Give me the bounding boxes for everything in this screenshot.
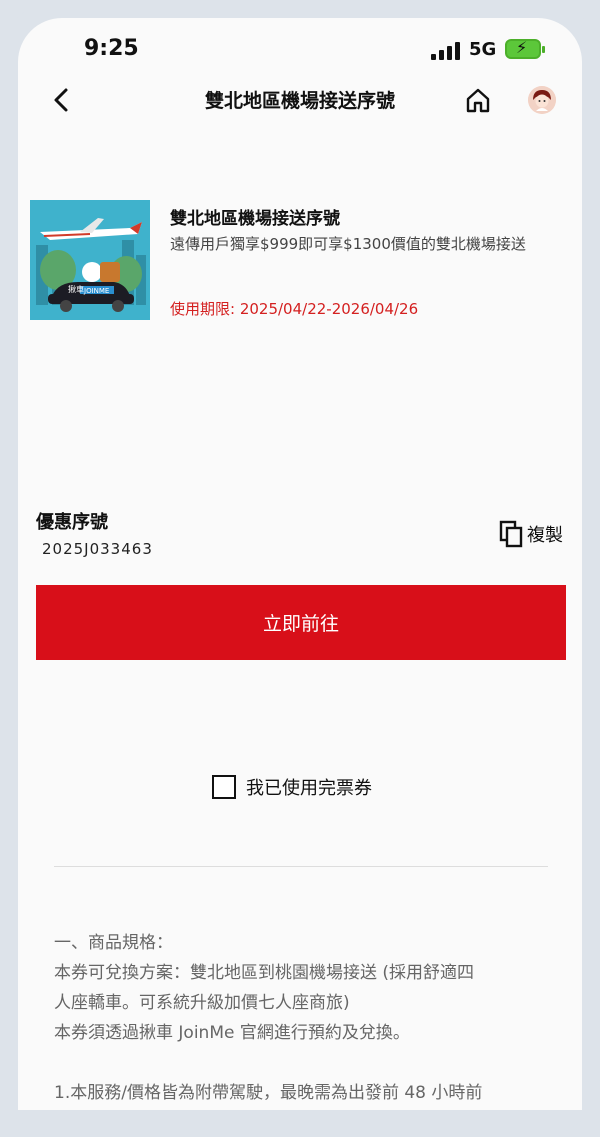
coupon-code-value: 2025J033463 xyxy=(42,540,153,558)
copy-label: 複製 xyxy=(527,525,563,546)
copy-icon xyxy=(499,520,523,548)
battery-icon: ⚡ xyxy=(505,38,545,59)
details-line xyxy=(54,1048,554,1078)
status-bar: 9:25 5G ⚡ xyxy=(18,18,582,78)
used-ticket-checkbox-row[interactable]: 我已使用完票券 xyxy=(212,774,372,800)
phone-frame: 9:25 5G ⚡ 雙北地區機場接送序號 JOINME 揪車 雙北地區機場接送序… xyxy=(0,0,600,1137)
used-ticket-checkbox[interactable] xyxy=(212,775,236,799)
product-image: JOINME 揪車 xyxy=(30,200,150,320)
details-line: 本券可兌換方案：雙北地區到桃園機場接送 (採用舒適四 xyxy=(54,963,475,983)
coupon-code-label: 優惠序號 xyxy=(36,512,108,533)
product-description: 遠傳用戶獨享$999即可享$1300價值的雙北機場接送 xyxy=(170,235,526,253)
avatar[interactable] xyxy=(528,86,556,114)
screen: 9:25 5G ⚡ 雙北地區機場接送序號 JOINME 揪車 雙北地區機場接送序… xyxy=(18,18,582,1110)
product-details: 一、商品規格： 本券可兌換方案：雙北地區到桃園機場接送 (採用舒適四 人座轎車。… xyxy=(54,928,554,1108)
copy-button[interactable]: 複製 xyxy=(499,520,563,548)
page-title: 雙北地區機場接送序號 xyxy=(204,90,395,112)
nav-bar: 雙北地區機場接送序號 xyxy=(18,78,582,122)
network-type: 5G xyxy=(469,39,497,60)
brand-logo-text: JOINME xyxy=(83,287,109,295)
divider xyxy=(54,866,548,867)
svg-text:揪車: 揪車 xyxy=(68,284,84,294)
details-line: 人座轎車。可系統升級加價七人座商旅) xyxy=(54,993,350,1013)
home-icon[interactable] xyxy=(464,86,492,114)
details-line: 1.本服務/價格皆為附帶駕駛，最晚需為出發前 48 小時前 xyxy=(54,1083,483,1103)
details-line: 本券須透過揪車 JoinMe 官網進行預約及兌換。 xyxy=(54,1023,410,1043)
signal-icon xyxy=(431,42,461,60)
go-now-button[interactable]: 立即前往 xyxy=(36,585,566,660)
product-validity: 使用期限: 2025/04/22-2026/04/26 xyxy=(170,300,419,318)
status-time: 9:25 xyxy=(84,36,139,61)
product-title: 雙北地區機場接送序號 xyxy=(170,209,340,229)
details-line: 一、商品規格： xyxy=(54,933,173,953)
used-ticket-label: 我已使用完票券 xyxy=(246,778,372,799)
